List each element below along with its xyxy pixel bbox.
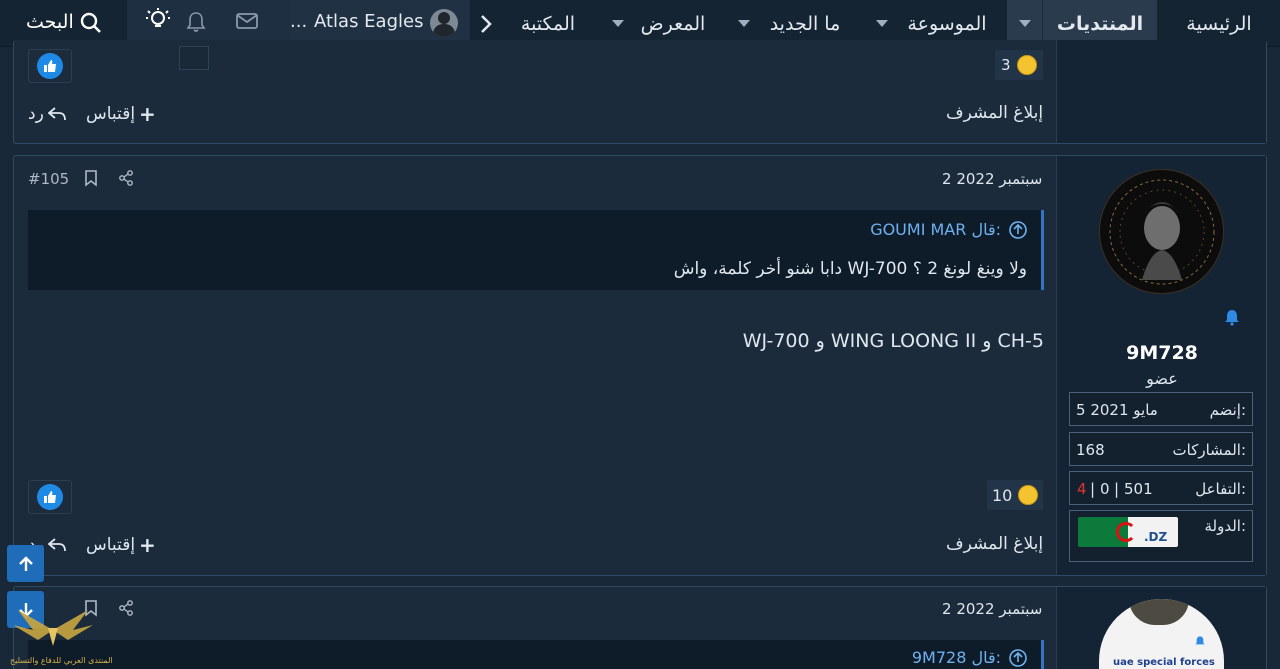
search-label: البحث: [26, 11, 74, 33]
avatar[interactable]: [1099, 169, 1224, 294]
nav-user-more: ...: [290, 11, 308, 32]
stat-value: 5 مايو 2021: [1076, 401, 1158, 419]
separator: |: [1090, 480, 1096, 498]
lightbulb-icon[interactable]: [145, 7, 171, 33]
reaction-summary[interactable]: 10: [987, 480, 1043, 510]
stat-reactions: التفاعل: 501 | 0 | 4: [1069, 471, 1253, 505]
chevron-down-icon: [612, 20, 624, 27]
previous-post: [13, 40, 1267, 144]
stat-label: الدولة:: [1204, 517, 1246, 535]
reply-arrow-icon: [47, 107, 66, 121]
username[interactable]: 9M728: [1110, 342, 1214, 364]
chevron-down-icon: [738, 20, 750, 27]
logo-text: المنتدى العربي للدفاع والتسليح: [10, 656, 113, 665]
reply-label: رد: [28, 104, 44, 124]
reaction-count: 10: [992, 485, 1013, 505]
avatar-text: uae special forces: [1113, 657, 1215, 668]
nav-library-label: المكتبة: [520, 12, 576, 35]
like-button[interactable]: [28, 49, 72, 83]
reaction-count: 3: [1001, 56, 1011, 74]
bell-icon: [1225, 310, 1239, 326]
plus-icon: +: [139, 533, 156, 557]
share-icon[interactable]: [118, 600, 134, 616]
report-link[interactable]: إبلاغ المشرف: [946, 534, 1043, 554]
chevron-right-icon: [481, 14, 492, 33]
stat-country: الدولة: .DZ: [1069, 510, 1253, 562]
user-title: عضو: [1146, 369, 1178, 388]
chevron-down-icon: [1018, 20, 1031, 27]
nav-user-name: Atlas Eagles: [314, 11, 424, 32]
search-icon: [80, 12, 101, 33]
quote-author: 9M728 قال:: [911, 648, 1001, 667]
share-icon[interactable]: [118, 170, 134, 186]
stat-label: التفاعل:: [1195, 480, 1246, 498]
stat-label: المشاركات:: [1172, 441, 1247, 459]
quote-label: إقتباس: [86, 535, 136, 555]
scroll-top-button[interactable]: [7, 545, 44, 582]
chevron-down-icon: [876, 20, 888, 27]
post-number[interactable]: #105: [28, 170, 69, 188]
avatar-image: [1109, 179, 1215, 285]
bell-icon: [1195, 636, 1205, 645]
stat-value: 168: [1076, 441, 1105, 459]
nav-forums-label: المنتديات: [1056, 12, 1144, 35]
country-flag: .DZ: [1078, 517, 1178, 547]
quote-author: GOUMI MAR قال:: [870, 220, 1001, 239]
nav-home-label: الرئيسية: [1186, 12, 1252, 35]
arrow-up-circle-icon: [1009, 648, 1027, 667]
reaction-neutral: 0: [1100, 480, 1110, 498]
post-body: WJ-700 و WING LOONG II و CH-5: [742, 330, 1044, 352]
previous-post-userside: [1056, 40, 1266, 143]
post-date[interactable]: 2 سبتمبر 2022: [942, 600, 1042, 618]
nav-gallery-label: المعرض: [640, 12, 706, 35]
separator: |: [1114, 480, 1120, 498]
quote-button[interactable]: إقتباس +: [86, 533, 156, 557]
arrow-up-circle-icon: [1009, 220, 1027, 239]
thumbs-up-icon: [37, 484, 63, 510]
stat-label: إنضم:: [1209, 401, 1246, 419]
reaction-negative: 4: [1077, 480, 1087, 498]
plus-icon: +: [139, 102, 156, 126]
nav-whats-new-label: ما الجديد: [769, 12, 841, 35]
eagle-wings-icon: [13, 610, 93, 646]
quote-attribution[interactable]: 9M728 قال:: [912, 648, 1027, 667]
reply-button[interactable]: رد: [28, 103, 66, 125]
flag-text: .DZ: [1144, 530, 1168, 544]
thumbs-up-icon: [37, 53, 63, 79]
post-date[interactable]: 2 سبتمبر 2022: [942, 170, 1042, 188]
laugh-emoji-icon: [1018, 485, 1039, 505]
nav-encyclopedia-label: الموسوعة: [907, 12, 987, 35]
quote-attribution[interactable]: GOUMI MAR قال:: [870, 220, 1027, 239]
like-button[interactable]: [28, 480, 72, 514]
quote-label: إقتباس: [86, 104, 136, 124]
quote-block: GOUMI MAR قال: دابا شنو أخر كلمة، واش WJ…: [28, 210, 1044, 290]
site-logo: المنتدى العربي للدفاع والتسليح: [8, 600, 113, 669]
avatar: [430, 9, 458, 37]
quote-text: دابا شنو أخر كلمة، واش WJ-700 ولا وينغ ل…: [673, 259, 1027, 279]
quote-block: 9M728 قال:: [28, 640, 1044, 669]
laugh-emoji-icon: [1016, 55, 1037, 75]
report-link[interactable]: إبلاغ المشرف: [946, 103, 1043, 123]
bell-icon[interactable]: [186, 11, 208, 35]
reaction-summary[interactable]: 3: [995, 50, 1043, 80]
stat-posts: المشاركات: 168: [1069, 432, 1253, 466]
inbox-icon[interactable]: [236, 12, 260, 34]
image-placeholder-icon: [179, 46, 209, 70]
quote-button[interactable]: إقتباس +: [86, 102, 156, 126]
bookmark-icon[interactable]: [84, 170, 98, 187]
reply-arrow-icon: [47, 538, 66, 552]
reaction-positive: 501: [1124, 480, 1153, 498]
stat-joined: إنضم: 5 مايو 2021: [1069, 392, 1253, 426]
arrow-up-icon: [18, 555, 33, 571]
